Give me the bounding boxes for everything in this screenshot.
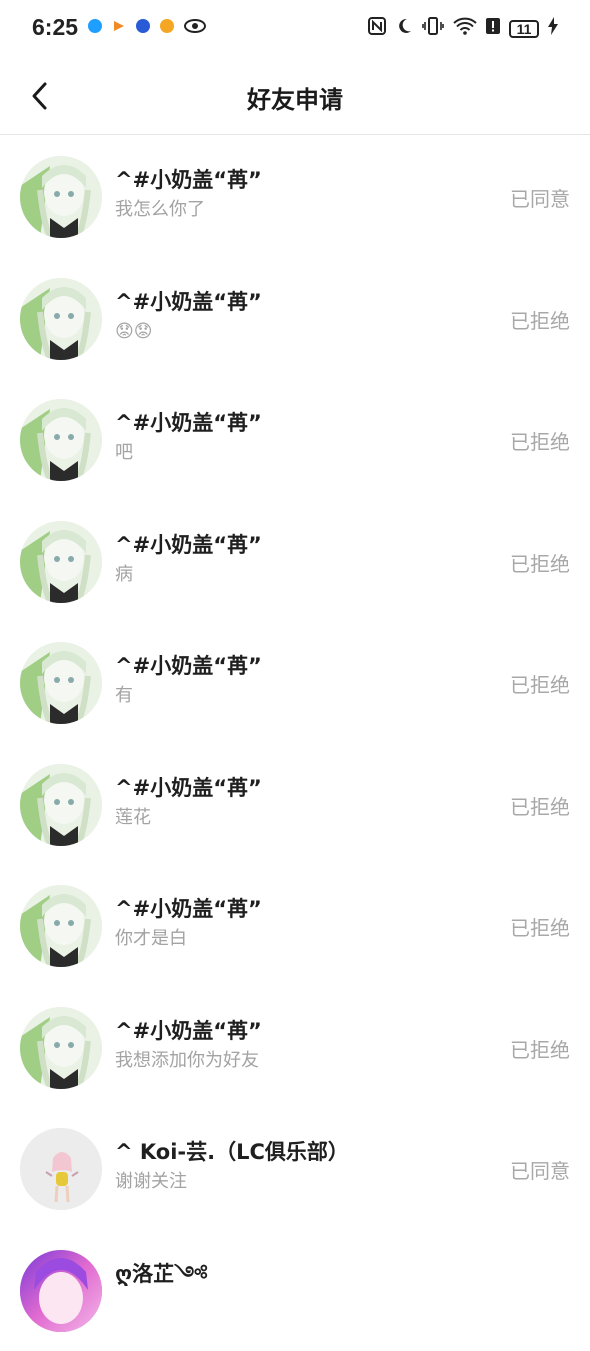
request-message: 😟😟	[115, 320, 450, 344]
requester-name: ^ Koi-芸.（LC俱乐部）	[115, 1138, 450, 1166]
avatar[interactable]	[20, 885, 102, 967]
request-message: 你才是白	[115, 927, 450, 951]
requester-name: ^#小奶盖“苒”	[115, 1017, 450, 1045]
requester-name: ^#小奶盖“苒”	[115, 652, 450, 680]
avatar[interactable]	[20, 642, 102, 724]
requester-name: ^#小奶盖“苒”	[115, 531, 450, 559]
browser-icon	[136, 19, 150, 33]
request-row[interactable]: ^#小奶盖“苒” 你才是白 已拒绝	[0, 865, 590, 987]
bilibili-icon	[112, 19, 126, 33]
requester-name: ^#小奶盖“苒”	[115, 166, 450, 194]
request-message: 谢谢关注	[115, 1170, 450, 1194]
battery-icon: 11	[509, 20, 539, 38]
request-status: 已同意	[510, 1155, 570, 1184]
requester-name: ^#小奶盖“苒”	[115, 288, 450, 316]
status-time: 6:25	[32, 14, 78, 41]
request-row[interactable]: ^#小奶盖“苒” 病 已拒绝	[0, 501, 590, 623]
avatar[interactable]	[20, 1250, 102, 1332]
request-row[interactable]: ^#小奶盖“苒” 莲花 已拒绝	[0, 744, 590, 866]
avatar[interactable]	[20, 521, 102, 603]
avatar[interactable]	[20, 399, 102, 481]
request-message: 我怎么你了	[115, 198, 450, 222]
request-row[interactable]: ^#小奶盖“苒” 有 已拒绝	[0, 622, 590, 744]
wifi-icon	[453, 17, 477, 40]
request-message: 莲花	[115, 806, 450, 830]
request-message: 病	[115, 563, 450, 587]
request-message: 吧	[115, 441, 450, 465]
request-row[interactable]: ^#小奶盖“苒” 我想添加你为好友 已拒绝	[0, 987, 590, 1109]
alert-icon	[486, 17, 500, 40]
requester-name: ^#小奶盖“苒”	[115, 409, 450, 437]
nav-bar: 好友申请	[0, 58, 590, 135]
request-status: 已拒绝	[510, 305, 570, 334]
request-message: 有	[115, 684, 450, 708]
moon-icon	[395, 17, 413, 40]
friend-request-list: ^#小奶盖“苒” 我怎么你了 已同意 ^#小奶盖“苒” 😟😟 已拒绝 ^#小奶盖…	[0, 136, 590, 1351]
request-status: 已拒绝	[510, 791, 570, 820]
request-status: 已同意	[510, 183, 570, 212]
avatar[interactable]	[20, 156, 102, 238]
status-bar: 6:25 11	[0, 0, 590, 58]
qq-icon	[88, 19, 102, 33]
requester-name: ღ洛芷༺	[115, 1260, 450, 1288]
request-status: 已拒绝	[510, 1034, 570, 1063]
charging-icon	[548, 17, 558, 40]
request-status: 已拒绝	[510, 912, 570, 941]
request-row[interactable]: ^#小奶盖“苒” 我怎么你了 已同意	[0, 136, 590, 258]
vibrate-icon	[422, 17, 444, 40]
avatar[interactable]	[20, 278, 102, 360]
page-title: 好友申请	[0, 80, 590, 115]
request-row[interactable]: ღ洛芷༺	[0, 1230, 590, 1351]
avatar[interactable]	[20, 1007, 102, 1089]
requester-name: ^#小奶盖“苒”	[115, 895, 450, 923]
request-row[interactable]: ^ Koi-芸.（LC俱乐部） 谢谢关注 已同意	[0, 1108, 590, 1230]
eye-icon	[184, 19, 206, 33]
request-row[interactable]: ^#小奶盖“苒” 😟😟 已拒绝	[0, 258, 590, 380]
request-status: 已拒绝	[510, 426, 570, 455]
avatar[interactable]	[20, 764, 102, 846]
music-icon	[160, 19, 174, 33]
notification-icons	[88, 19, 206, 33]
avatar[interactable]	[20, 1128, 102, 1210]
request-row[interactable]: ^#小奶盖“苒” 吧 已拒绝	[0, 379, 590, 501]
request-status: 已拒绝	[510, 548, 570, 577]
requester-name: ^#小奶盖“苒”	[115, 774, 450, 802]
request-status: 已拒绝	[510, 669, 570, 698]
system-icons: 11	[368, 17, 558, 40]
request-message: 我想添加你为好友	[115, 1049, 450, 1073]
nfc-icon	[368, 17, 386, 40]
